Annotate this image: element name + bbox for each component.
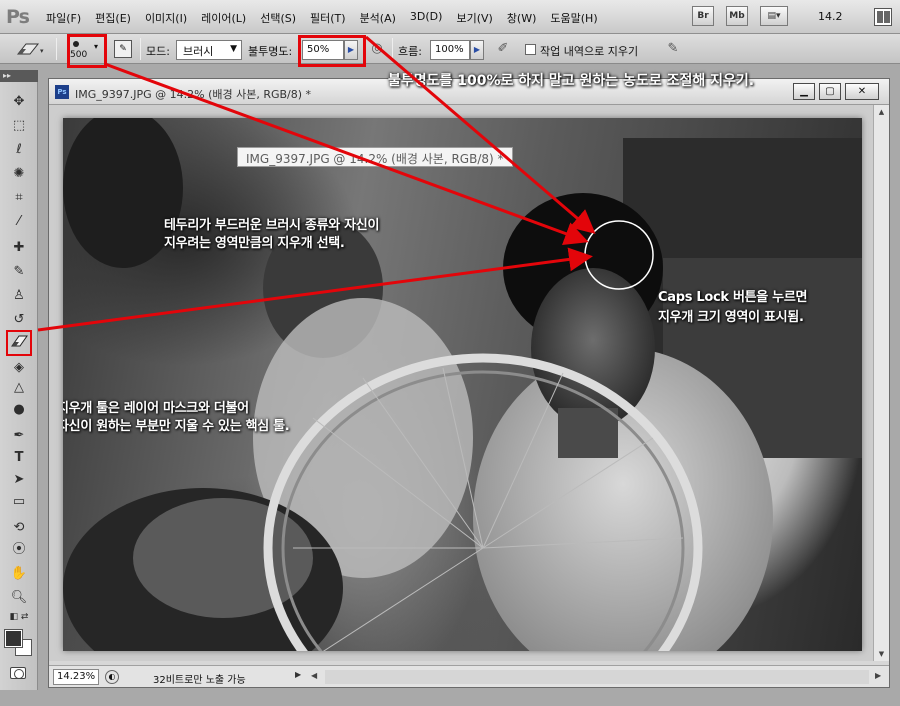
document-tooltip: IMG_9397.JPG @ 14.2% (배경 사본, RGB/8) * (237, 147, 513, 167)
brush-tool-icon[interactable]: ✎ (8, 262, 30, 282)
scroll-left-icon[interactable]: ◀ (311, 671, 317, 680)
photo-canvas[interactable]: 테두리가 부드러운 브러시 종류와 자신이 지우려는 영역만큼의 지우개 선택.… (63, 118, 862, 651)
healing-brush-tool-icon[interactable]: ✚ (8, 238, 30, 258)
tools-panel: ▸▸ ✥ ⬚ ℓ ✺ ⌗ ⁄ ✚ ✎ ♙ ↺ ◈ △ ● ✒ T ➤ ▭ ⟲ ⦿… (0, 70, 38, 690)
menu-file[interactable]: 파일(F) (46, 10, 81, 26)
annotation-eraser-line2: 자신이 원하는 부분만 지울 수 있는 핵심 툴. (63, 419, 290, 434)
tablet-pressure-size-icon[interactable]: ✎ (664, 41, 682, 59)
status-menu-arrow-icon[interactable]: ▶ (295, 670, 307, 684)
mode-label: 모드: (146, 45, 170, 58)
menu-layer[interactable]: 레이어(L) (201, 10, 246, 26)
tablet-pressure-opacity-icon[interactable]: ◎ (368, 41, 386, 59)
zoom-tool-icon[interactable]: 🔍︎ (8, 588, 30, 608)
info-icon[interactable]: ◐ (105, 670, 119, 684)
callout-box-opacity (298, 35, 366, 67)
menu-help[interactable]: 도움말(H) (550, 10, 597, 26)
shape-tool-icon[interactable]: ▭ (8, 492, 30, 512)
dodge-tool-icon[interactable]: ● (8, 400, 30, 420)
scroll-right-icon[interactable]: ▶ (875, 671, 881, 680)
flow-slider-arrow-icon[interactable]: ▶ (470, 40, 484, 60)
foreground-color-swatch[interactable] (5, 630, 22, 647)
eraser-preset-icon: ▾ (16, 43, 44, 55)
eyedropper-tool-icon[interactable]: ⁄ (8, 212, 30, 232)
type-tool-icon[interactable]: T (8, 448, 30, 468)
separator (392, 38, 393, 60)
ps-document-icon: Ps (55, 85, 69, 99)
3d-orbit-tool-icon[interactable]: ⦿ (8, 540, 30, 560)
scroll-down-icon[interactable]: ▼ (876, 650, 887, 658)
brush-panel-toggle-icon[interactable]: ✎ (114, 40, 132, 58)
marquee-tool-icon[interactable]: ⬚ (8, 116, 30, 136)
close-button[interactable]: ✕ (845, 83, 879, 100)
annotation-caps-line1: Caps Lock 버튼을 누르면 (658, 290, 808, 305)
clone-stamp-tool-icon[interactable]: ♙ (8, 286, 30, 306)
chevron-down-icon: ▼ (230, 44, 237, 54)
status-bar: 14.23% ◐ 32비트로만 노출 가능 ▶ ◀ ▶ (49, 665, 889, 687)
svg-text:▾: ▾ (40, 47, 44, 55)
3d-rotate-tool-icon[interactable]: ⟲ (8, 518, 30, 538)
move-tool-icon[interactable]: ✥ (8, 92, 30, 112)
menu-view[interactable]: 보기(V) (456, 10, 492, 26)
photoshop-logo: Ps (6, 6, 30, 28)
menu-window[interactable]: 창(W) (507, 10, 537, 26)
menu-image[interactable]: 이미지(I) (145, 10, 187, 26)
erase-to-history-label: 작업 내역으로 지우기 (540, 45, 639, 58)
scroll-up-icon[interactable]: ▲ (876, 108, 887, 116)
crop-tool-icon[interactable]: ⌗ (8, 188, 30, 208)
eraser-icon (11, 335, 28, 347)
menu-analysis[interactable]: 분석(A) (360, 10, 396, 26)
eraser-tool-icon[interactable] (6, 330, 32, 356)
canvas-area[interactable]: 테두리가 부드러운 브러시 종류와 자신이 지우려는 영역만큼의 지우개 선택.… (49, 105, 873, 661)
document-window: Ps IMG_9397.JPG @ 14.2% (배경 사본, RGB/8) *… (48, 78, 890, 688)
quick-select-tool-icon[interactable]: ✺ (8, 164, 30, 184)
annotation-caps-line2: 지우개 크기 영역이 표시됨. (658, 310, 804, 325)
status-info-text: 32비트로만 노출 가능 (153, 675, 246, 686)
lasso-tool-icon[interactable]: ℓ (8, 140, 30, 160)
default-swap-colors-icon[interactable]: ◧ ⇄ (2, 610, 36, 624)
quick-mask-icon[interactable] (10, 667, 26, 679)
photo-content (63, 118, 862, 651)
annotation-eraser-line1: 지우개 툴은 레이어 마스크와 더불어 (63, 401, 249, 416)
minimize-button[interactable]: ▁ (793, 83, 815, 100)
options-bar: ▾ 500 ▾ ✎ 모드: 브러시 ▼ 불투명도: 50% ▶ ◎ 흐름: 10… (0, 34, 900, 64)
annotation-brush-line2: 지우려는 영역만큼의 지우개 선택. (164, 236, 345, 251)
menu-select[interactable]: 선택(S) (260, 10, 296, 26)
annotation-brush-line1: 테두리가 부드러운 브러시 종류와 자신이 (164, 218, 380, 233)
document-title: IMG_9397.JPG @ 14.2% (배경 사본, RGB/8) * (75, 88, 312, 101)
maximize-button[interactable]: ▢ (819, 83, 841, 100)
menu-bar: Ps 파일(F) 편집(E) 이미지(I) 레이어(L) 선택(S) 필터(T)… (0, 0, 900, 34)
tool-preset-picker[interactable]: ▾ (12, 40, 46, 58)
path-select-tool-icon[interactable]: ➤ (8, 470, 30, 490)
annotation-opacity: 불투명도를 100%로 하지 말고 원하는 농도로 조절해 지우기. (388, 73, 755, 89)
mini-bridge-button[interactable]: Mb (726, 6, 748, 26)
paint-bucket-tool-icon[interactable]: ◈ (8, 358, 30, 378)
separator (56, 38, 57, 60)
menu-filter[interactable]: 필터(T) (310, 10, 346, 26)
bridge-button[interactable]: Br (692, 6, 714, 26)
menu-edit[interactable]: 편집(E) (95, 10, 131, 26)
zoom-level[interactable]: 14.2 (818, 10, 843, 23)
mode-select[interactable]: 브러시 ▼ (176, 40, 242, 60)
status-zoom-field[interactable]: 14.23% (53, 669, 99, 685)
separator (140, 38, 141, 60)
pen-tool-icon[interactable]: ✒ (8, 426, 30, 446)
mode-value: 브러시 (183, 45, 214, 58)
vertical-scrollbar[interactable]: ▲ ▼ (873, 105, 889, 661)
flow-field[interactable]: 100% (430, 40, 470, 60)
hand-tool-icon[interactable]: ✋ (8, 564, 30, 584)
arrange-documents-icon[interactable] (874, 8, 892, 26)
menu-items: 파일(F) 편집(E) 이미지(I) 레이어(L) 선택(S) 필터(T) 분석… (46, 10, 598, 26)
panel-grip[interactable]: ▸▸ (0, 70, 38, 82)
view-extras-icon[interactable]: ▤▾ (760, 6, 788, 26)
menu-3d[interactable]: 3D(D) (410, 10, 443, 26)
opacity-label: 불투명도: (248, 45, 293, 58)
airbrush-icon[interactable]: ✐ (494, 41, 512, 59)
flow-label: 흐름: (398, 45, 422, 58)
erase-to-history-checkbox[interactable] (525, 44, 536, 55)
callout-box-brush (67, 34, 107, 68)
history-brush-tool-icon[interactable]: ↺ (8, 310, 30, 330)
blur-tool-icon[interactable]: △ (8, 378, 30, 398)
horizontal-scrollbar[interactable] (325, 670, 869, 684)
